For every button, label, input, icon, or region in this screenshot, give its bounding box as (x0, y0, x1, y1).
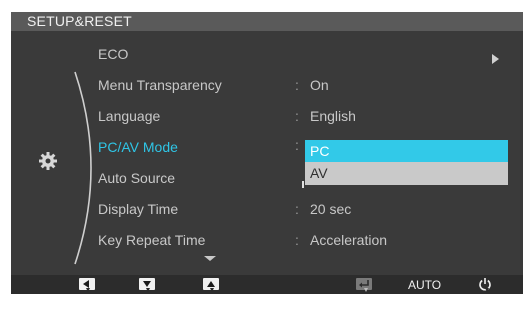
pc-av-mode-dropdown[interactable]: PC AV (305, 140, 508, 185)
title-bar: SETUP&RESET (11, 12, 523, 31)
colon-separator: : (295, 232, 299, 248)
menu-value-menu-transparency: On (310, 77, 329, 93)
menu-value-language: English (310, 108, 356, 124)
button-indicator (364, 288, 368, 292)
down-arrow-icon (143, 281, 151, 287)
chevron-down-icon[interactable] (204, 256, 216, 261)
menu-item-key-repeat-time[interactable]: Key Repeat Time (98, 232, 205, 248)
menu-item-auto-source[interactable]: Auto Source (98, 170, 175, 186)
menu-item-menu-transparency[interactable]: Menu Transparency (98, 77, 222, 93)
left-arrow-icon (83, 280, 89, 288)
button-indicator (86, 288, 90, 292)
button-indicator (485, 288, 489, 292)
dropdown-option-pc[interactable]: PC (305, 140, 508, 162)
dropdown-option-av[interactable]: AV (305, 162, 508, 185)
arrow-right-icon[interactable] (492, 54, 499, 64)
menu-item-language[interactable]: Language (98, 108, 160, 124)
dropdown-marker (302, 181, 304, 188)
osd-menu: SETUP&RESET ECO Menu Transparency : On L… (11, 12, 523, 294)
menu-item-eco[interactable]: ECO (98, 46, 128, 62)
up-arrow-icon (207, 281, 215, 287)
menu-value-key-repeat-time: Acceleration (310, 232, 388, 248)
colon-separator: : (295, 77, 299, 93)
menu-item-display-time[interactable]: Display Time (98, 201, 178, 217)
menu-value-display-time: 20 sec (310, 201, 352, 217)
gear-icon (39, 152, 57, 170)
button-indicator (210, 288, 214, 292)
menu-item-pc-av-mode[interactable]: PC/AV Mode (98, 139, 178, 155)
colon-separator: : (295, 108, 299, 124)
button-indicator (424, 288, 428, 292)
colon-separator: : (295, 137, 299, 153)
menu-title: SETUP&RESET (27, 13, 132, 29)
colon-separator: : (295, 201, 299, 217)
button-indicator (146, 288, 150, 292)
